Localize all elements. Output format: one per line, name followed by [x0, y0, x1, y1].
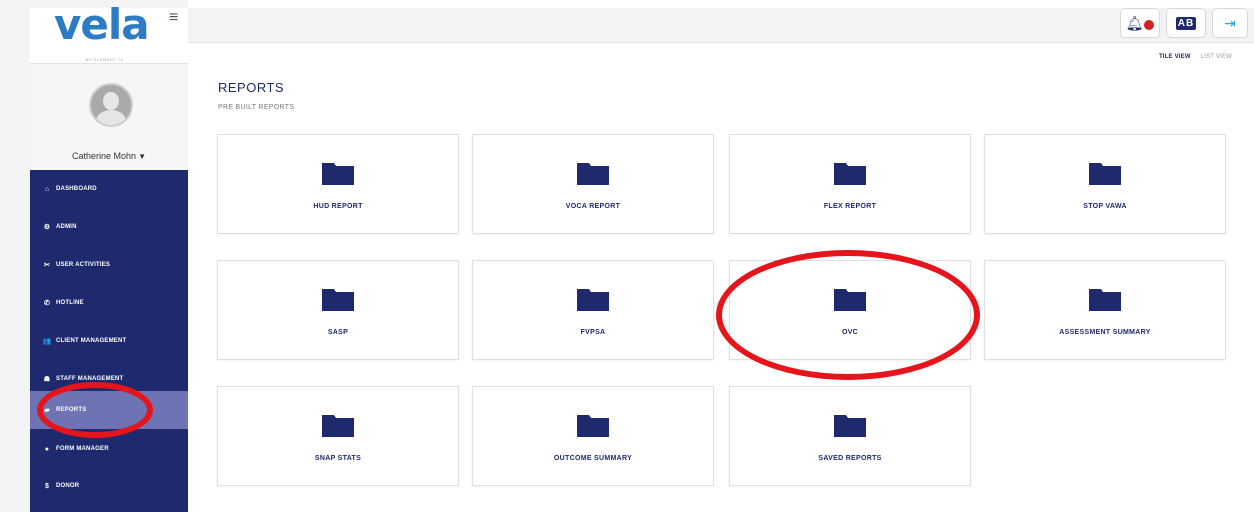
report-tile-label: OUTCOME SUMMARY [553, 455, 633, 462]
user-menu[interactable]: Catherine Mohn ▼ [30, 151, 188, 161]
bell-icon: 🔔︎ [1125, 14, 1144, 31]
chevron-down-icon: ▼ [138, 152, 146, 161]
report-tile-stop-vawa[interactable]: STOP VAWA [984, 134, 1226, 234]
gears-icon: ⚙ [43, 224, 51, 231]
dollar-icon: $ [44, 482, 50, 490]
user-profile: Catherine Mohn ▼ [30, 64, 188, 170]
language-button[interactable]: AB [1166, 8, 1206, 38]
user-name: Catherine Mohn [72, 151, 137, 161]
report-tile-ovc[interactable]: OVC [729, 260, 971, 360]
report-tile-snap-stats[interactable]: SNAP STATS [217, 386, 459, 486]
logout-button[interactable]: ⇥ [1212, 8, 1248, 38]
top-bar: 🔔︎ AB ⇥ [188, 8, 1254, 43]
tile-view-link[interactable]: TILE VIEW [1159, 54, 1191, 60]
sidebar-item-client-management[interactable]: 👥 CLIENT MANAGEMENT [30, 322, 188, 360]
report-tile-label: HUD REPORT [313, 203, 363, 210]
report-tile-outcome-summary[interactable]: OUTCOME SUMMARY [472, 386, 714, 486]
users-icon: 👥 [42, 338, 52, 345]
phone-icon: ✆ [43, 300, 51, 307]
notifications-button[interactable]: 🔔︎ [1120, 8, 1160, 38]
folder-icon [834, 163, 866, 185]
report-tile-label: SAVED REPORTS [818, 455, 882, 462]
report-tile-label: SNAP STATS [314, 455, 362, 462]
page-title: REPORTS [218, 80, 285, 95]
notification-badge [1144, 19, 1155, 30]
sidebar-item-hotline[interactable]: ✆ HOTLINE [30, 284, 188, 322]
report-tile-assessment-summary[interactable]: ASSESSMENT SUMMARY [984, 260, 1226, 360]
home-icon: ⌂ [44, 185, 50, 193]
logo-area: vela BY ELEMENT 74 ≡ [30, 0, 188, 64]
list-view-link[interactable]: LIST VIEW [1201, 54, 1232, 60]
sidebar-item-admin[interactable]: ⚙ ADMIN [30, 208, 188, 246]
report-tile-sasp[interactable]: SASP [217, 260, 459, 360]
reports-icon: ▰ [44, 407, 50, 414]
sidebar-item-donor[interactable]: $ DONOR [30, 467, 188, 505]
language-icon: AB [1175, 16, 1197, 30]
report-tile-saved-reports[interactable]: SAVED REPORTS [729, 386, 971, 486]
report-tile-label: OVC [841, 329, 859, 336]
report-tile-flex[interactable]: FLEX REPORT [729, 134, 971, 234]
sidebar-item-reports[interactable]: ▰ REPORTS [30, 391, 188, 429]
page-subtitle: PRE BUILT REPORTS [218, 104, 295, 111]
hamburger-menu-icon[interactable]: ≡ [169, 10, 178, 26]
report-tile-fvpsa[interactable]: FVPSA [472, 260, 714, 360]
sidebar-item-label: HOTLINE [56, 300, 84, 306]
report-tile-label: FLEX REPORT [823, 203, 877, 210]
sidebar-item-label: REPORTS [56, 407, 87, 413]
sidebar-item-dashboard[interactable]: ⌂ DASHBOARD [30, 170, 188, 208]
report-tile-label: VOCA REPORT [565, 203, 621, 210]
logo-subtitle: BY ELEMENT 74 [86, 57, 124, 62]
sidebar-item-label: DONOR [56, 483, 80, 489]
folder-icon [834, 415, 866, 437]
avatar[interactable] [89, 83, 133, 127]
logo[interactable]: vela [54, 0, 150, 49]
folder-icon [1089, 163, 1121, 185]
folder-icon [322, 163, 354, 185]
sidebar-item-label: USER ACTIVITIES [56, 262, 111, 268]
folder-icon [577, 415, 609, 437]
report-tile-voca[interactable]: VOCA REPORT [472, 134, 714, 234]
sidebar-item-form-manager[interactable]: ● FORM MANAGER [30, 430, 188, 468]
form-icon: ● [44, 445, 50, 453]
sign-out-icon: ⇥ [1224, 14, 1236, 31]
sidebar-item-label: ADMIN [56, 224, 77, 230]
view-toggle: TILE VIEW LIST VIEW [1159, 54, 1232, 60]
folder-icon [322, 415, 354, 437]
sidebar-item-label: FORM MANAGER [56, 446, 109, 452]
sidebar: vela BY ELEMENT 74 ≡ Catherine Mohn ▼ ⌂ D… [0, 0, 188, 512]
report-tile-label: FVPSA [580, 329, 606, 336]
sidebar-item-label: STAFF MANAGEMENT [56, 376, 124, 382]
folder-icon [322, 289, 354, 311]
report-tile-label: SASP [327, 329, 349, 336]
sidebar-nav: ⌂ DASHBOARD ⚙ ADMIN ✂ USER ACTIVITIES ✆ … [30, 170, 188, 512]
folder-icon [577, 163, 609, 185]
sidebar-item-label: CLIENT MANAGEMENT [56, 338, 127, 344]
report-tile-label: STOP VAWA [1083, 203, 1127, 210]
folder-icon [577, 289, 609, 311]
user-activity-icon: ✂ [43, 262, 51, 269]
sidebar-item-user-activities[interactable]: ✂ USER ACTIVITIES [30, 246, 188, 284]
folder-icon [1089, 289, 1121, 311]
staff-icon: ☗ [43, 376, 51, 383]
report-tile-label: ASSESSMENT SUMMARY [1059, 329, 1151, 336]
folder-icon [834, 289, 866, 311]
report-tile-hud[interactable]: HUD REPORT [217, 134, 459, 234]
sidebar-item-label: DASHBOARD [56, 186, 97, 192]
